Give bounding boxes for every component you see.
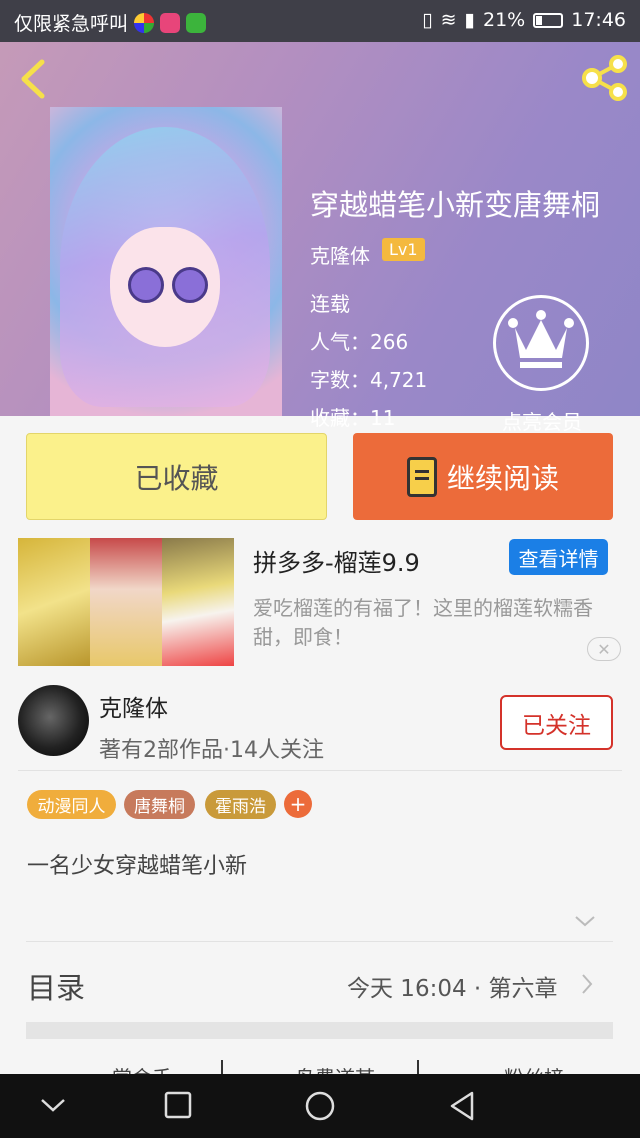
book-popularity: 人气：266 [310,330,409,354]
status-left: 仅限紧急呼叫 [14,9,207,36]
tag[interactable]: 霍雨浩 [205,790,276,819]
home-icon[interactable] [304,1090,336,1122]
vibrate-icon: ▯ [422,9,433,31]
author-name[interactable]: 克隆体 [99,689,168,723]
tag[interactable]: 动漫同人 [27,790,116,819]
author-level-badge: Lv1 [382,238,425,261]
recents-icon[interactable] [164,1091,192,1119]
book-status: 连载 [310,292,350,316]
app-notification-icon [160,12,181,33]
wifi-icon: ≋ [440,9,457,31]
add-tag-button[interactable]: + [284,790,312,818]
continue-reading-label: 继续阅读 [446,461,559,495]
chevron-right-icon[interactable] [580,973,594,995]
book-cover[interactable] [50,107,282,416]
nav-hide-icon[interactable] [40,1096,66,1114]
tag[interactable]: 唐舞桐 [124,790,195,819]
battery-icon [533,12,564,28]
share-icon[interactable] [580,54,630,102]
author-meta: 著有2部作品·14人关注 [99,738,324,763]
collected-button[interactable]: 已收藏 [26,433,327,520]
toc-label[interactable]: 目录 [27,965,85,1007]
vip-crown-icon[interactable] [493,295,589,391]
tag-label: 霍雨浩 [215,797,266,817]
book-title: 穿越蜡笔小新变唐舞桐 [310,188,601,222]
emergency-call-text: 仅限紧急呼叫 [14,13,129,35]
vip-label[interactable]: 点亮会员 [502,406,582,435]
chevron-down-icon[interactable] [574,912,596,930]
section-separator [26,1022,613,1039]
toc-latest-chapter[interactable]: 今天 16:04 · 第六章 [347,969,558,1003]
continue-reading-button[interactable]: 继续阅读 [353,433,613,520]
status-bar: 仅限紧急呼叫 ▯ ≋ ▮ 21% 17:46 [0,0,640,42]
clock: 17:46 [571,9,626,31]
tag-label: 动漫同人 [37,797,106,817]
system-nav-bar [0,1074,640,1138]
tag-label: 唐舞桐 [134,797,185,817]
book-word-count: 字数：4,721 [310,368,428,392]
synopsis: 一名少女穿越蜡笔小新 [27,854,248,879]
battery-percent: 21% [483,9,526,31]
book-author[interactable]: 克隆体 [310,240,370,269]
app-notification-icon [134,12,155,33]
ad-detail-button[interactable]: 查看详情 [509,539,608,575]
avatar[interactable] [18,685,89,756]
ad-image[interactable] [18,538,234,666]
ad-close-icon[interactable]: ✕ [587,637,621,661]
back-nav-icon[interactable] [448,1090,476,1122]
ad-description[interactable]: 爱吃榴莲的有福了！这里的榴莲软糯香甜，即食！ [253,594,628,652]
book-favorites: 收藏：11 [310,406,396,430]
follow-button[interactable]: 已关注 [500,695,613,750]
sim-icon: ▮ [464,9,475,31]
ad-title[interactable]: 拼多多-榴莲9.9 [253,543,420,578]
book-icon [406,456,437,497]
back-icon[interactable] [18,58,48,100]
divider [18,770,622,771]
divider [26,941,613,942]
app-notification-icon [186,12,207,33]
book-header: 穿越蜡笔小新变唐舞桐 克隆体 Lv1 连载 人气：266 字数：4,721 收藏… [0,42,640,434]
status-right: ▯ ≋ ▮ 21% 17:46 [422,9,626,31]
